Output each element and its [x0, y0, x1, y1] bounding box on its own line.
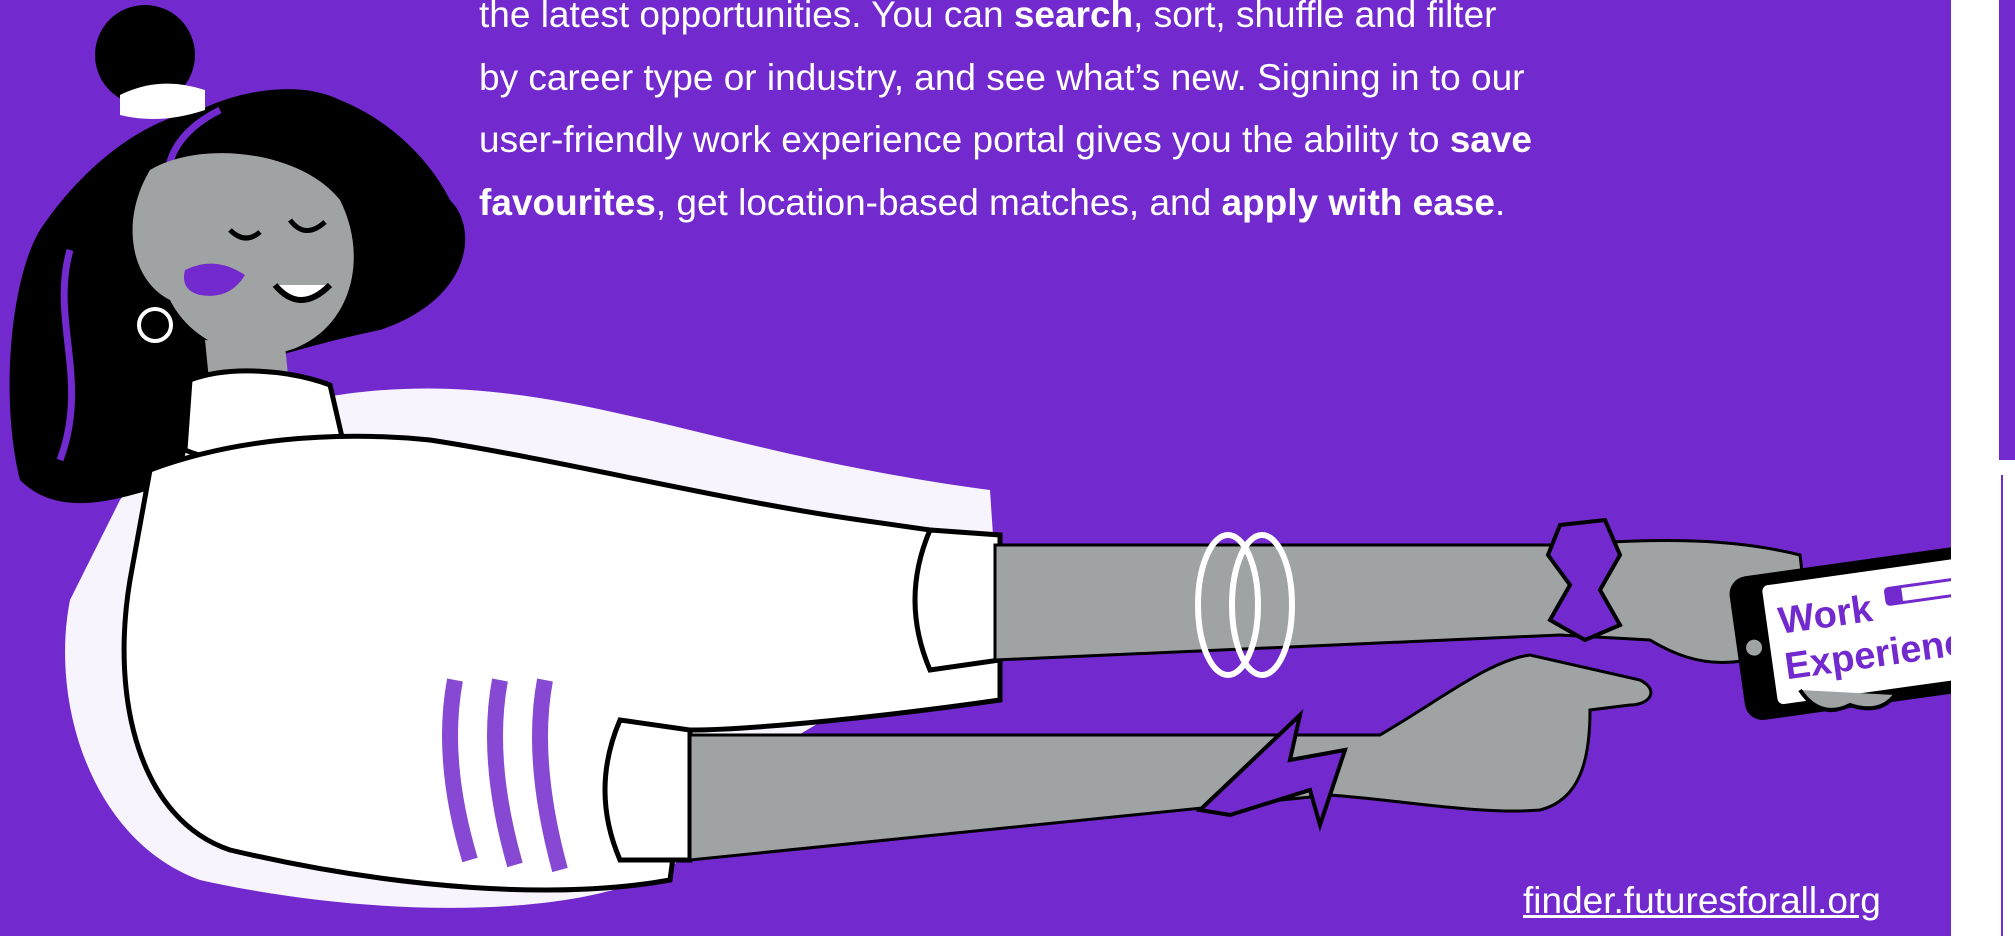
scrollbar-track[interactable] — [2001, 475, 2015, 936]
hero-panel: the latest opportunities. You can search… — [0, 0, 1951, 936]
woman-pointing-at-phone-illustration: Work Experience — [9, 5, 1951, 908]
upper-cuff — [912, 527, 1003, 673]
phone-search-icon — [1885, 586, 1904, 605]
upper-arm — [993, 539, 1812, 664]
right-edge-rail — [1951, 0, 2015, 936]
website-link[interactable]: finder.futuresforall.org — [1523, 880, 1881, 922]
scrollbar-thumb[interactable] — [1999, 0, 2015, 460]
lower-cuff — [602, 717, 693, 863]
